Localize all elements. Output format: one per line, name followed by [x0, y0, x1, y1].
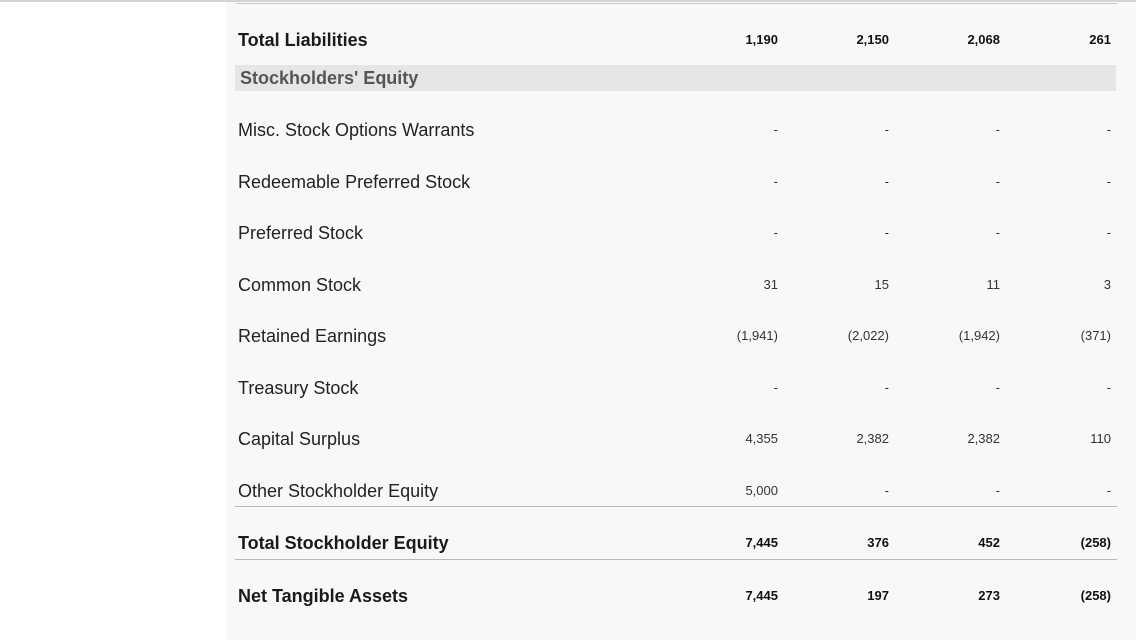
row-redeemable-preferred-stock: Redeemable Preferred Stock - - - -	[238, 169, 1117, 195]
row-value: -	[1106, 225, 1111, 240]
row-preferred-stock: Preferred Stock - - - -	[238, 220, 1117, 246]
row-value: (258)	[1080, 535, 1111, 550]
row-retained-earnings: Retained Earnings (1,941) (2,022) (1,942…	[238, 323, 1117, 349]
row-value: -	[995, 174, 1000, 189]
row-label: Treasury Stock	[238, 378, 359, 398]
row-value: 7,445	[745, 588, 778, 603]
row-common-stock: Common Stock 31 15 11 3	[238, 272, 1117, 298]
row-value: 273	[978, 588, 1000, 603]
row-value: -	[884, 174, 889, 189]
row-treasury-stock: Treasury Stock - - - -	[238, 375, 1117, 401]
row-value: (371)	[1080, 328, 1111, 343]
row-value: -	[1106, 483, 1111, 498]
row-value: -	[995, 483, 1000, 498]
row-value: (1,941)	[736, 328, 778, 343]
row-value: -	[1106, 174, 1111, 189]
row-value: 3	[1103, 277, 1111, 292]
row-label: Net Tangible Assets	[238, 586, 409, 606]
row-label: Total Stockholder Equity	[238, 533, 449, 553]
row-label: Retained Earnings	[238, 326, 387, 346]
section-title: Stockholders' Equity	[240, 68, 419, 88]
row-value: 452	[978, 535, 1000, 550]
row-value: -	[1106, 380, 1111, 395]
row-value: (258)	[1080, 588, 1111, 603]
row-value: -	[773, 225, 778, 240]
row-divider	[235, 559, 1117, 560]
row-value: 1,190	[745, 32, 778, 47]
row-value: 261	[1089, 32, 1111, 47]
row-label: Total Liabilities	[238, 30, 368, 50]
balance-sheet-panel: Total Liabilities 1,190 2,150 2,068 261 …	[226, 2, 1136, 640]
row-misc-stock-options-warrants: Misc. Stock Options Warrants - - - -	[238, 117, 1117, 143]
row-value: -	[884, 225, 889, 240]
row-value: -	[773, 174, 778, 189]
row-value: 31	[763, 277, 778, 292]
row-value: -	[995, 225, 1000, 240]
row-value: 11	[986, 277, 1001, 292]
row-value: 2,382	[856, 431, 889, 446]
row-value: -	[1106, 122, 1111, 137]
row-capital-surplus: Capital Surplus 4,355 2,382 2,382 110	[238, 426, 1117, 452]
row-label: Common Stock	[238, 275, 362, 295]
row-value: -	[995, 122, 1000, 137]
row-value: 376	[867, 535, 889, 550]
row-label: Preferred Stock	[238, 223, 364, 243]
row-label: Other Stockholder Equity	[238, 481, 439, 501]
panel-top-rule	[236, 3, 1117, 4]
row-value: 110	[1090, 431, 1111, 446]
row-value: -	[773, 380, 778, 395]
row-value: 5,000	[745, 483, 778, 498]
row-total-liabilities: Total Liabilities 1,190 2,150 2,068 261	[238, 27, 1117, 53]
row-value: 2,068	[967, 32, 1000, 47]
row-value: 2,382	[967, 431, 1000, 446]
row-value: -	[773, 122, 778, 137]
row-value: 15	[874, 277, 889, 292]
row-label: Redeemable Preferred Stock	[238, 172, 471, 192]
row-label: Capital Surplus	[238, 429, 361, 449]
row-label: Misc. Stock Options Warrants	[238, 120, 475, 140]
row-other-stockholder-equity: Other Stockholder Equity 5,000 - - -	[238, 478, 1117, 504]
row-value: -	[884, 122, 889, 137]
row-divider	[235, 506, 1117, 507]
row-value: 197	[867, 588, 889, 603]
row-value: (1,942)	[958, 328, 1000, 343]
row-value: (2,022)	[847, 328, 889, 343]
row-value: 4,355	[745, 431, 778, 446]
row-net-tangible-assets: Net Tangible Assets 7,445 197 273 (258)	[238, 583, 1117, 609]
row-value: 2,150	[856, 32, 889, 47]
row-value: -	[995, 380, 1000, 395]
row-total-stockholder-equity: Total Stockholder Equity 7,445 376 452 (…	[238, 530, 1117, 556]
row-value: -	[884, 483, 889, 498]
section-header-stockholders-equity: Stockholders' Equity	[235, 65, 1116, 91]
row-value: 7,445	[745, 535, 778, 550]
row-value: -	[884, 380, 889, 395]
